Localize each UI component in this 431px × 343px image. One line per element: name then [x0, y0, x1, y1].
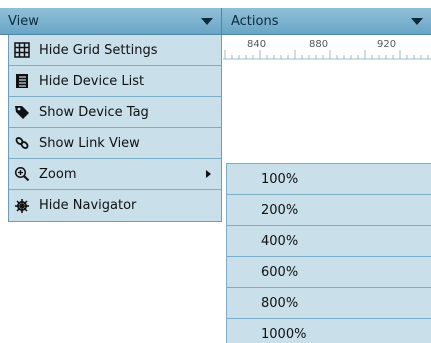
zoom-option-200[interactable]: 200%: [227, 195, 431, 226]
menu-item-label: Hide Navigator: [39, 198, 137, 213]
ruler-label: 920: [377, 39, 397, 50]
grid-icon: [9, 35, 35, 66]
menu-item-hide-navigator[interactable]: Hide Navigator: [9, 190, 221, 221]
view-menu-label: View: [8, 13, 39, 29]
navigator-icon: [9, 190, 35, 221]
chevron-right-icon: [206, 170, 211, 178]
menu-item-show-device-tag[interactable]: Show Device Tag: [9, 97, 221, 128]
menu-item-label: Show Link View: [39, 135, 140, 151]
actions-menu-button[interactable]: Actions: [223, 8, 431, 34]
ruler-label: 840: [247, 39, 267, 50]
zoom-in-icon: [9, 159, 35, 190]
zoom-option-1000[interactable]: 1000%: [227, 319, 431, 343]
menu-item-label: Hide Device List: [39, 73, 145, 89]
chevron-down-icon: [201, 17, 213, 25]
zoom-option-600[interactable]: 600%: [227, 257, 431, 288]
zoom-option-400[interactable]: 400%: [227, 226, 431, 257]
view-menu-button[interactable]: View: [0, 8, 222, 34]
zoom-submenu: 100% 200% 400% 600% 800% 1000%: [226, 163, 431, 343]
ruler: 840 880 920: [223, 36, 431, 60]
menu-item-hide-grid-settings[interactable]: Hide Grid Settings: [9, 35, 221, 66]
actions-menu-label: Actions: [231, 13, 279, 29]
zoom-option-100[interactable]: 100%: [227, 164, 431, 195]
menu-item-zoom[interactable]: Zoom: [9, 159, 221, 190]
app-root: View Actions 840 880 920 Hide Grid Setti…: [0, 0, 431, 343]
menu-item-hide-device-list[interactable]: Hide Device List: [9, 66, 221, 97]
menu-item-label: Zoom: [39, 166, 77, 182]
menu-item-label: Show Device Tag: [39, 104, 149, 120]
menu-bar: View Actions: [0, 8, 431, 35]
menu-item-show-link-view[interactable]: Show Link View: [9, 128, 221, 159]
zoom-option-800[interactable]: 800%: [227, 288, 431, 319]
view-menu: Hide Grid Settings Hide Device List Show…: [8, 35, 222, 222]
menu-item-label: Hide Grid Settings: [39, 42, 158, 58]
link-icon: [9, 128, 35, 159]
chevron-down-icon: [411, 17, 423, 25]
tag-icon: [9, 97, 35, 128]
list-icon: [9, 66, 35, 97]
ruler-label: 880: [309, 39, 329, 50]
